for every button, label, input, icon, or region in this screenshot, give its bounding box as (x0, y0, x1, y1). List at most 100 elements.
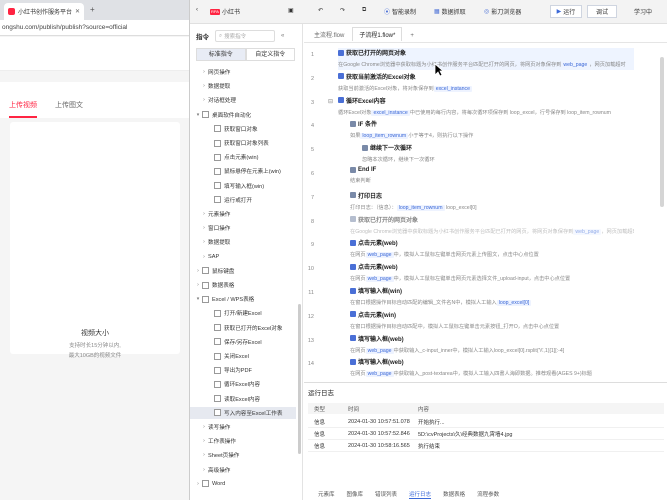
chevron-right-icon[interactable]: › (200, 424, 208, 430)
tab-flow-params[interactable]: 流程参数 (477, 490, 499, 498)
command-item[interactable]: › 数据表格 (190, 279, 296, 291)
command-item[interactable]: 填写输入框(win) (190, 180, 296, 192)
save-icon[interactable]: ▣ (288, 7, 294, 14)
chevron-right-icon[interactable]: › (200, 97, 208, 103)
command-item[interactable]: 获取已打开的Excel对象 (190, 322, 296, 334)
tab-element-library[interactable]: 元素库 (318, 490, 335, 498)
command-item[interactable]: › 网页操作 (190, 66, 296, 78)
variable-chip[interactable]: web_page (365, 276, 394, 283)
tab-subflow-1[interactable]: 子流程1.flow* (352, 27, 403, 41)
collapse-panel-icon[interactable]: « (281, 33, 284, 39)
variable-chip[interactable]: loop_excel[0] (496, 300, 532, 306)
tab-upload-video[interactable]: 上传视频 (9, 100, 37, 118)
add-tab-icon[interactable]: + (404, 31, 420, 41)
command-item[interactable]: › 工作表操作 (190, 435, 296, 447)
log-row[interactable]: 信息 2024-01-30 10:58:16.565 执行结束 (308, 440, 664, 452)
flow-step[interactable]: 打印日志 打印日志：（信息）： loop_item_rownum loop_exce… (350, 191, 634, 213)
chevron-right-icon[interactable]: › (200, 452, 208, 458)
variable-chip[interactable]: web_page (365, 371, 394, 378)
flow-step[interactable]: End IF 结束判断 (350, 167, 634, 189)
command-item[interactable]: 写入内容至Excel工作表 (190, 406, 296, 419)
variable-chip[interactable]: loop_item_rownum (360, 133, 409, 140)
chevron-right-icon[interactable]: › (200, 69, 208, 75)
command-item[interactable]: 读取Excel内容 (190, 393, 296, 405)
command-item[interactable]: › 对话框处理 (190, 94, 296, 106)
chevron-right-icon[interactable]: › (200, 467, 208, 473)
command-item[interactable]: › 数据提取 (190, 80, 296, 92)
tab-custom-commands[interactable]: 自定义指令 (245, 48, 295, 61)
chevron-down-icon[interactable]: ▾ (194, 296, 202, 302)
command-item[interactable]: › 数据提取 (190, 236, 296, 248)
command-item[interactable]: 获取窗口对象 (190, 123, 296, 135)
command-scrollbar[interactable] (298, 304, 301, 454)
tab-image-library[interactable]: 图像库 (347, 490, 364, 498)
redo-icon[interactable]: ↷ (340, 7, 345, 14)
chevron-down-icon[interactable]: ▾ (194, 112, 202, 118)
chevron-right-icon[interactable]: › (194, 268, 202, 274)
upload-drop-zone[interactable]: 视频大小 支持时长15分钟以内, 最大10GB的视频文件 (10, 122, 180, 359)
command-item[interactable]: › 高级操作 (190, 464, 296, 476)
command-search-input[interactable]: ⌕ 搜索指令 (215, 30, 275, 42)
back-icon[interactable]: ‹ (196, 7, 198, 13)
command-item[interactable]: 循环Excel内容 (190, 378, 296, 390)
command-item[interactable]: › 元素操作 (190, 208, 296, 220)
tab-main-flow[interactable]: 主流程.flow (308, 28, 350, 41)
log-row[interactable]: 信息 2024-01-30 10:57:52.846 5D:\cvProject… (308, 428, 664, 440)
flow-step[interactable]: 填写输入框(web) 在网页 web_page 中获取输入_post-textarea… (350, 357, 634, 379)
run-button[interactable]: ▶ 运行 (550, 5, 582, 18)
command-item[interactable]: › 读写操作 (190, 421, 296, 433)
flow-step[interactable]: 获取已打开的网页对象 在Google Chrome浏览器中获取标题为小红书创作服务… (338, 48, 634, 70)
flow-step[interactable]: IF 条件 如果 loop_item_rownum 小于等于4，则执行以下操作 (350, 119, 634, 141)
command-item[interactable]: › Word (190, 478, 296, 490)
flow-step[interactable]: 填写输入框(web) 在网页 web_page 中获取输入_c-input_inner… (350, 334, 634, 356)
command-item[interactable]: › Sheet页操作 (190, 449, 296, 461)
variable-chip[interactable]: loop_item_rownum (396, 204, 445, 211)
command-item[interactable]: ▾ 桌面软件自动化 (190, 109, 296, 121)
data-capture-button[interactable]: ▦ 数据抓取 (434, 7, 466, 16)
learning-menu[interactable]: 学习中 (634, 7, 652, 16)
new-tab-icon[interactable]: + (90, 5, 95, 14)
shadow-browser-button[interactable]: ◎ 影刀浏览器 (484, 7, 521, 16)
undo-icon[interactable]: ↶ (318, 7, 323, 14)
chevron-right-icon[interactable]: › (200, 239, 208, 245)
variable-chip[interactable]: web_page (365, 252, 394, 259)
log-row[interactable]: 信息 2024-01-30 10:57:51.078 开始执行... (308, 416, 664, 428)
browser-tab[interactable]: 小红书创作服务平台 ✕ (4, 3, 84, 20)
tab-run-log[interactable]: 运行日志 (409, 490, 432, 499)
command-item[interactable]: 保存/另存Excel (190, 336, 296, 348)
flow-step[interactable]: 继续下一次循环 忽略本次循环，继续下一次循环 (362, 143, 634, 165)
command-item[interactable]: 导出为PDF (190, 364, 296, 376)
command-item[interactable]: 鼠标悬停在元素上(win) (190, 165, 296, 177)
variable-chip[interactable]: web_page (561, 62, 590, 68)
variable-chip[interactable]: excel_instance (371, 109, 410, 116)
command-item[interactable]: 运行或打开 (190, 194, 296, 206)
command-item[interactable]: › SAP (190, 251, 296, 263)
chevron-right-icon[interactable]: › (200, 438, 208, 444)
flow-step[interactable]: 点击元素(win) 在窗口根据操作目标自动匹配中，模拟人工鼠标左键单击元素按钮_打… (350, 310, 634, 332)
tab-upload-image-text[interactable]: 上传图文 (55, 100, 83, 118)
chevron-right-icon[interactable]: › (200, 211, 208, 217)
flow-step[interactable]: 循环Excel内容 循环Excel对象 excel_instance 中已使用的每行内… (338, 96, 634, 118)
command-item[interactable]: 点击元素(win) (190, 151, 296, 163)
flow-step[interactable]: 获取已打开的网页对象 在Google Chrome浏览器中获取标题为小红书创作服务… (350, 215, 634, 237)
chevron-right-icon[interactable]: › (194, 481, 202, 487)
command-item[interactable]: › 鼠标键盘 (190, 265, 296, 277)
command-item[interactable]: 获取窗口对象列表 (190, 137, 296, 149)
tab-standard-commands[interactable]: 标准指令 (196, 48, 246, 61)
address-bar[interactable]: ongshu.com/publish/publish?source=offici… (0, 20, 189, 36)
variable-chip[interactable]: web_page (365, 347, 394, 354)
copy-icon[interactable]: ⧉ (362, 7, 366, 14)
chevron-right-icon[interactable]: › (200, 254, 208, 260)
command-item[interactable]: › 窗口操作 (190, 222, 296, 234)
command-item[interactable]: ▾ Excel / WPS表格 (190, 293, 296, 305)
command-item[interactable]: 打开/新建Excel (190, 307, 296, 319)
flow-step[interactable]: 点击元素(web) 在网页 web_page 中，模拟人工鼠标左键单击网页元素上传图文… (350, 238, 634, 260)
smart-record-button[interactable]: ⦿ 智能录制 (384, 7, 416, 16)
debug-button[interactable]: 调试 (587, 5, 617, 18)
flow-step[interactable]: 获取当前激活的Excel对象 获取当前激活的Excel对象，将对象保存到 excel… (338, 72, 634, 94)
variable-chip[interactable]: excel_instance (433, 85, 473, 92)
tab-error-list[interactable]: 错误列表 (375, 490, 397, 498)
flow-step[interactable]: 填写输入框(win) 在窗口根据操作目标自动匹配的编辑_文件名N中，模拟人工输入 l… (350, 286, 634, 308)
command-item[interactable]: 关闭Excel (190, 350, 296, 362)
collapse-block-icon[interactable]: ⊟ (328, 98, 333, 105)
